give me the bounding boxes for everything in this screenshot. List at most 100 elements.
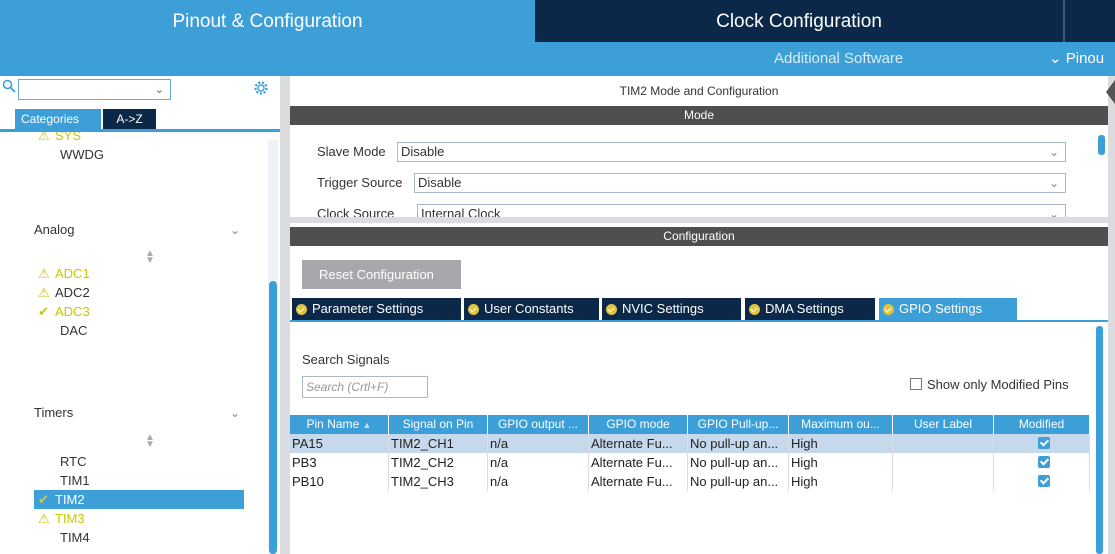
slave-mode-value: Disable [401, 144, 445, 159]
tab-nvic-settings[interactable]: NVIC Settings [602, 298, 741, 320]
tree-item-tim1[interactable]: TIM1 [0, 471, 280, 490]
cell-mode: Alternate Fu... [589, 434, 688, 453]
tab-gpio-settings[interactable]: GPIO Settings [879, 298, 1017, 320]
mode-splitter[interactable] [290, 217, 1108, 223]
search-signals-input[interactable]: Search (Crtl+F) [302, 376, 428, 398]
sub-menu-bar: Additional Software ⌄ Pinou [0, 42, 1115, 76]
cell-pull: No pull-up an... [688, 453, 789, 472]
search-icon[interactable] [2, 79, 16, 93]
mode-area: Slave Mode Disable ⌄ Trigger Source Disa… [290, 126, 1108, 217]
check-circle-icon [296, 304, 307, 315]
column-header-signal[interactable]: Signal on Pin [389, 415, 488, 434]
column-header-gpio-output[interactable]: GPIO output ... [488, 415, 589, 434]
category-search-input[interactable]: ⌄ [18, 79, 171, 100]
checkbox-box[interactable] [910, 378, 922, 390]
top-tab-bar: Pinout & Configuration Clock Configurati… [0, 0, 1115, 42]
show-modified-pins-checkbox[interactable]: Show only Modified Pins [910, 377, 1069, 392]
warning-icon: ⚠ [38, 132, 50, 143]
column-header-gpio-pull[interactable]: GPIO Pull-up... [688, 415, 789, 434]
column-header-modified[interactable]: Modified [994, 415, 1090, 434]
right-panel: TIM2 Mode and Configuration Mode Slave M… [290, 76, 1115, 554]
cell-pin: PB3 [290, 453, 389, 472]
check-icon: ✔ [38, 304, 49, 319]
table-row[interactable]: PB3 TIM2_CH2 n/a Alternate Fu... No pull… [290, 453, 1090, 472]
column-header-user-label[interactable]: User Label [893, 415, 994, 434]
tree-item-sys[interactable]: ⚠ SYS [0, 132, 280, 145]
cell-modified [994, 472, 1090, 491]
column-header-maximum-output[interactable]: Maximum ou... [789, 415, 893, 434]
check-icon: ✔ [38, 492, 49, 507]
slave-mode-select[interactable]: Disable ⌄ [397, 142, 1066, 162]
column-header-gpio-mode[interactable]: GPIO mode [589, 415, 688, 434]
table-scrollbar-thumb[interactable] [1096, 326, 1103, 554]
tab-parameter-settings[interactable]: Parameter Settings [292, 298, 461, 320]
cell-pin: PB10 [290, 472, 389, 491]
trigger-source-select[interactable]: Disable ⌄ [414, 173, 1066, 193]
group-header-analog[interactable]: Analog ⌄ [0, 219, 270, 241]
tree-item-wwdg[interactable]: WWDG [0, 145, 280, 164]
cell-signal: TIM2_CH2 [389, 453, 488, 472]
sort-arrows-icon[interactable]: ▲ ▼ [145, 249, 155, 266]
column-header-pin-name[interactable]: Pin Name ▲ [290, 415, 389, 434]
clock-source-label: Clock Source [317, 206, 395, 217]
mode-scrollbar-thumb[interactable] [1098, 135, 1105, 155]
tree-item-label: SYS [55, 132, 82, 143]
clock-source-select[interactable]: Internal Clock ⌄ [417, 204, 1066, 217]
modified-checkbox[interactable] [1038, 456, 1050, 468]
chevron-down-icon[interactable]: ⌄ [230, 402, 240, 424]
table-row[interactable]: PA15 TIM2_CH1 n/a Alternate Fu... No pul… [290, 434, 1090, 453]
tab-pinout-configuration[interactable]: Pinout & Configuration [0, 0, 535, 42]
cell-signal: TIM2_CH3 [389, 472, 488, 491]
left-scrollbar-thumb[interactable] [269, 281, 277, 554]
left-panel: ⌄ Categories A->Z ⚠ SYS WWDG Analog ⌄ ▲ ▼ … [0, 76, 285, 554]
chevron-down-icon: ⌄ [1048, 207, 1059, 217]
reset-configuration-button[interactable]: Reset Configuration [302, 260, 461, 289]
check-circle-icon [883, 304, 894, 315]
cell-mode: Alternate Fu... [589, 453, 688, 472]
tab-categories[interactable]: Categories [15, 109, 101, 129]
cell-output: n/a [488, 472, 589, 491]
tree-item-tim4[interactable]: TIM4 [0, 528, 280, 547]
right-edge-bar [1108, 76, 1115, 554]
tree-item-tim2[interactable]: ✔ TIM2 [34, 490, 244, 509]
check-circle-icon [468, 304, 479, 315]
slave-mode-label: Slave Mode [317, 144, 386, 159]
tree-item-dac[interactable]: DAC [0, 321, 280, 340]
gear-icon[interactable] [253, 80, 269, 96]
tab-a-to-z[interactable]: A->Z [103, 109, 156, 129]
show-modified-label: Show only Modified Pins [927, 377, 1069, 392]
tree-item-adc2[interactable]: ⚠ ADC2 [0, 283, 280, 302]
table-row[interactable]: PB10 TIM2_CH3 n/a Alternate Fu... No pul… [290, 472, 1090, 491]
cell-output: n/a [488, 434, 589, 453]
tree-item-tim3[interactable]: ⚠ TIM3 [0, 509, 280, 528]
modified-checkbox[interactable] [1038, 437, 1050, 449]
tree-item-rtc[interactable]: RTC [0, 452, 280, 471]
tree-item-adc1[interactable]: ⚠ ADC1 [0, 264, 280, 283]
modified-checkbox[interactable] [1038, 475, 1050, 487]
additional-software-menu[interactable]: Additional Software [774, 50, 903, 67]
sort-arrows-icon[interactable]: ▲ ▼ [145, 433, 155, 450]
tree-item-adc3[interactable]: ✔ ADC3 [0, 302, 280, 321]
tab-label: DMA Settings [765, 301, 844, 316]
chevron-down-icon: ⌄ [1048, 176, 1059, 190]
tab-label: GPIO Settings [899, 301, 983, 316]
tab-user-constants[interactable]: User Constants [464, 298, 599, 320]
pinout-menu[interactable]: ⌄ Pinou [1049, 49, 1104, 67]
trigger-source-value: Disable [418, 175, 462, 190]
cell-user-label[interactable] [893, 434, 994, 453]
chevron-down-icon: ⌄ [1049, 50, 1062, 67]
cell-user-label[interactable] [893, 453, 994, 472]
clock-source-value: Internal Clock [421, 206, 501, 217]
tree-item-label: ADC2 [55, 285, 90, 300]
tab-label: Parameter Settings [312, 301, 424, 316]
chevron-down-icon[interactable]: ⌄ [155, 83, 164, 96]
pinout-menu-label: Pinou [1065, 50, 1105, 67]
tab-clock-configuration[interactable]: Clock Configuration [535, 0, 1063, 42]
chevron-down-icon[interactable]: ⌄ [230, 219, 240, 241]
group-header-timers[interactable]: Timers ⌄ [0, 402, 270, 424]
tab-dma-settings[interactable]: DMA Settings [745, 298, 875, 320]
page-title: TIM2 Mode and Configuration [619, 84, 779, 98]
mode-section-header: Mode [290, 106, 1108, 125]
panel-splitter[interactable] [280, 76, 290, 554]
cell-user-label[interactable] [893, 472, 994, 491]
